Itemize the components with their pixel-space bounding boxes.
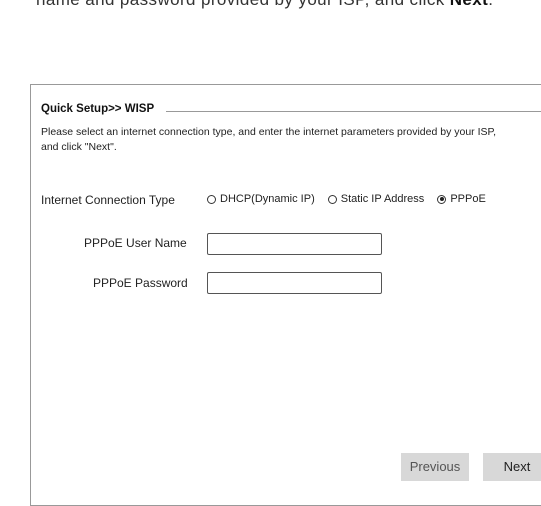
- radio-button-pppoe[interactable]: [437, 194, 447, 204]
- title-divider: [166, 111, 541, 112]
- panel-description-line1: Please select an internet connection typ…: [41, 126, 497, 138]
- radio-option-dhcp[interactable]: DHCP(Dynamic IP): [207, 193, 315, 205]
- connection-type-radio-group: DHCP(Dynamic IP) Static IP Address PPPoE: [207, 193, 499, 205]
- quick-setup-panel: Quick Setup>> WISP Please select an inte…: [30, 84, 541, 506]
- instruction-text: name and password provided by your ISP, …: [36, 0, 541, 12]
- radio-label-dhcp: DHCP(Dynamic IP): [220, 193, 315, 205]
- next-button[interactable]: Next: [483, 453, 541, 481]
- pppoe-password-input[interactable]: [207, 272, 382, 294]
- radio-option-static-ip[interactable]: Static IP Address: [327, 193, 425, 205]
- radio-label-pppoe: PPPoE: [450, 193, 486, 205]
- pppoe-user-name-label: PPPoE User Name: [84, 236, 187, 250]
- pppoe-password-label: PPPoE Password: [93, 276, 188, 290]
- radio-label-static-ip: Static IP Address: [340, 193, 425, 205]
- panel-header: Quick Setup>> WISP: [41, 97, 541, 115]
- instruction-next-bold: Next: [450, 0, 488, 9]
- radio-button-static-ip[interactable]: [327, 194, 337, 204]
- radio-button-dhcp[interactable]: [207, 194, 216, 204]
- radio-option-pppoe[interactable]: PPPoE: [437, 193, 486, 205]
- previous-button[interactable]: Previous: [401, 453, 469, 481]
- instruction-text-main: name and password provided by your ISP, …: [36, 0, 450, 9]
- panel-description-line2: and click "Next".: [41, 141, 117, 153]
- pppoe-user-name-input[interactable]: [207, 233, 382, 255]
- panel-title: Quick Setup>> WISP: [41, 103, 157, 115]
- instruction-text-end: .: [488, 0, 493, 9]
- connection-type-label: Internet Connection Type: [41, 193, 175, 207]
